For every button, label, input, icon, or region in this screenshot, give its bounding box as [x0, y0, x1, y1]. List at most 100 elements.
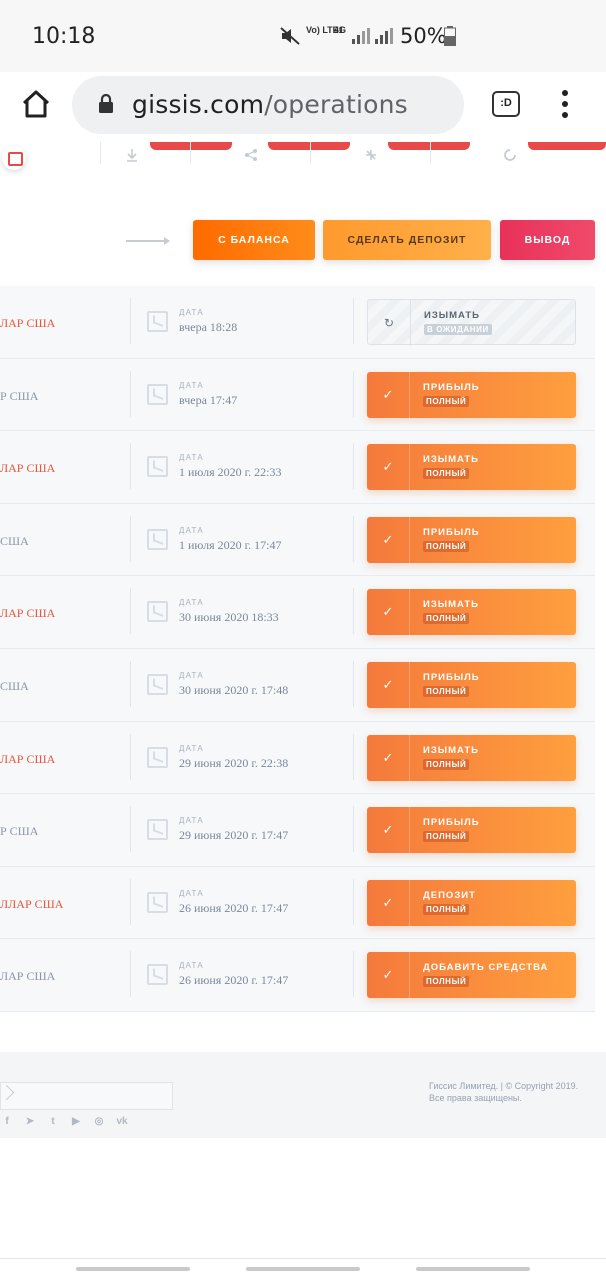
check-icon: ✓: [367, 734, 410, 781]
clock-icon: [147, 746, 168, 768]
operation-row: ЛАР США ДАТА 1 июля 2020 г. 22:33 ✓ ИЗЫМАТЬ П…: [0, 431, 595, 504]
operation-date: 1 июля 2020 г. 22:33: [179, 465, 282, 480]
status-type: ПРИБЫЛЬ: [423, 526, 480, 538]
operation-date: 29 июня 2020 г. 17:47: [179, 828, 289, 843]
telegram-icon[interactable]: ➤: [23, 1116, 37, 1127]
operation-amount: ЛАР США: [0, 969, 56, 984]
page-content: С БАЛАНСА СДЕЛАТЬ ДЕПОЗИТ ВЫВОД ЛАР США Д…: [0, 142, 606, 1258]
operation-status[interactable]: ↻ ИЗЫМАТЬ В ОЖИДАНИИ: [367, 299, 576, 346]
check-icon: ✓: [367, 589, 410, 636]
operation-status[interactable]: ✓ ПРИБЫЛЬ ПОЛНЫЙ: [367, 807, 576, 854]
date-label: ДАТА: [179, 598, 204, 608]
operation-row: Р США ДАТА 29 июня 2020 г. 17:47 ✓ ПРИБЫЛЬ ПО…: [0, 794, 595, 867]
facebook-icon[interactable]: f: [0, 1116, 14, 1127]
date-label: ДАТА: [179, 308, 204, 317]
status-type: ПРИБЫЛЬ: [423, 817, 480, 829]
operation-amount: ЛАР США: [0, 751, 56, 766]
instagram-icon[interactable]: ◎: [92, 1116, 106, 1127]
check-icon: ✓: [367, 516, 410, 563]
check-icon: ✓: [367, 444, 410, 491]
operation-amount: ЛАР США: [0, 461, 56, 476]
lock-icon: [98, 93, 114, 119]
date-label: ДАТА: [179, 453, 204, 463]
status-badge: ПОЛНЫЙ: [423, 903, 470, 915]
operation-status[interactable]: ✓ ПРИБЫЛЬ ПОЛНЫЙ: [367, 516, 576, 563]
operation-status[interactable]: ✓ ПРИБЫЛЬ ПОЛНЫЙ: [367, 371, 576, 418]
withdraw-button[interactable]: ВЫВОД: [500, 220, 595, 260]
operation-date: вчера 18:28: [179, 320, 238, 334]
twitter-icon[interactable]: t: [46, 1116, 60, 1127]
refresh-icon: ↻: [368, 300, 411, 346]
operation-row: США ДАТА 1 июля 2020 г. 17:47 ✓ ПРИБЫЛЬ ПОЛНЫ…: [0, 504, 595, 577]
status-type: ИЗЫМАТЬ: [423, 744, 480, 756]
operation-date: 29 июня 2020 г. 22:38: [179, 755, 289, 770]
status-badge: ПОЛНЫЙ: [423, 468, 470, 480]
operation-status[interactable]: ✓ ПРИБЫЛЬ ПОЛНЫЙ: [367, 662, 576, 708]
arrow-right-icon: [126, 237, 170, 245]
operation-amount: ЛЛАР США: [0, 896, 64, 911]
operation-amount: ЛАР США: [0, 606, 56, 621]
status-badge: ПОЛНЫЙ: [423, 686, 470, 697]
operation-status[interactable]: ✓ ДОБАВИТЬ СРЕДСТВА ПОЛНЫЙ: [367, 952, 576, 999]
operation-date: вчера 17:47: [179, 392, 238, 407]
url-host: gissis.com: [132, 90, 265, 119]
operation-row: Р США ДАТА вчера 17:47 ✓ ПРИБЫЛЬ ПОЛНЫЙ: [0, 359, 595, 432]
status-badge: ПОЛНЫЙ: [423, 831, 470, 843]
tab-switcher-button[interactable]: :D: [492, 91, 520, 117]
operation-row: США ДАТА 30 июня 2020 г. 17:48 ✓ ПРИБЫЛЬ ПОЛН…: [0, 649, 595, 722]
address-bar[interactable]: gissis.com/operations: [72, 76, 464, 134]
clock-time: 10:18: [32, 24, 96, 49]
from-balance-button[interactable]: С БАЛАНСА: [193, 220, 315, 260]
date-label: ДАТА: [179, 671, 204, 680]
home-button[interactable]: [246, 1267, 360, 1271]
calendar-icon[interactable]: [2, 146, 26, 170]
footer: f ➤ t ▶ ◎ vk Гиссис Лимитед. | © Copyright 20…: [0, 1052, 606, 1138]
back-button[interactable]: [416, 1267, 530, 1271]
operation-status[interactable]: ✓ ИЗЫМАТЬ ПОЛНЫЙ: [367, 589, 576, 636]
nav-download-icon[interactable]: [125, 148, 139, 162]
operation-status[interactable]: ✓ ИЗЫМАТЬ ПОЛНЫЙ: [367, 734, 576, 781]
date-label: ДАТА: [179, 380, 204, 390]
operation-date: 30 июня 2020 г. 17:48: [179, 683, 289, 697]
operation-row: ЛАР США ДАТА 26 июня 2020 г. 17:47 ✓ ДОБАВИТ…: [0, 939, 595, 1012]
clock-icon: [147, 819, 168, 841]
url-path: /operations: [264, 90, 408, 119]
operation-amount: США: [0, 533, 29, 548]
status-badge: ПОЛНЫЙ: [423, 613, 470, 625]
operation-status[interactable]: ✓ ДЕПОЗИТ ПОЛНЫЙ: [367, 879, 576, 926]
operation-row: ЛЛАР США ДАТА 26 июня 2020 г. 17:47 ✓ ДЕПОЗИ…: [0, 867, 595, 940]
status-badge: ПОЛНЫЙ: [423, 395, 470, 407]
status-badge: ПОЛНЫЙ: [423, 540, 470, 552]
check-icon: ✓: [367, 879, 410, 926]
status-type: ДОБАВИТЬ СРЕДСТВА: [423, 962, 549, 974]
operation-status[interactable]: ✓ ИЗЫМАТЬ ПОЛНЫЙ: [367, 444, 576, 491]
subscribe-email-field[interactable]: [0, 1082, 173, 1110]
operation-amount: ЛАР США: [0, 316, 56, 330]
status-type: ИЗЫМАТЬ: [423, 599, 480, 611]
status-badge: ПОЛНЫЙ: [423, 758, 470, 770]
nav-support-icon[interactable]: [503, 148, 517, 162]
recent-apps-button[interactable]: [76, 1267, 190, 1271]
operation-amount: США: [0, 679, 29, 693]
operation-amount: Р США: [0, 388, 39, 403]
operation-date: 30 июня 2020 18:33: [179, 610, 279, 625]
status-type: ИЗЫМАТЬ: [424, 310, 481, 321]
date-label: ДАТА: [179, 961, 204, 971]
home-icon[interactable]: [18, 86, 54, 122]
copyright-line-1: Гиссис Лимитед. | © Copyright 2019.: [429, 1081, 579, 1091]
nav-tools-icon[interactable]: [364, 148, 378, 162]
status-bar: 10:18 Vo) LTE1 4G 50%: [0, 0, 606, 72]
make-deposit-button[interactable]: СДЕЛАТЬ ДЕПОЗИТ: [323, 220, 491, 260]
vk-icon[interactable]: vk: [115, 1116, 129, 1127]
youtube-icon[interactable]: ▶: [69, 1116, 83, 1127]
social-links: f ➤ t ▶ ◎ vk: [0, 1116, 129, 1127]
browser-menu-icon[interactable]: [558, 88, 572, 120]
nav-share-icon[interactable]: [244, 148, 258, 162]
top-navigation: [0, 142, 606, 176]
clock-icon: [147, 964, 168, 986]
battery-percent: 50%: [400, 24, 447, 48]
clock-icon: [147, 674, 168, 695]
operation-date: 26 июня 2020 г. 17:47: [179, 900, 289, 915]
clock-icon: [147, 311, 168, 332]
copyright-line-2: Все права защищены.: [429, 1093, 522, 1103]
